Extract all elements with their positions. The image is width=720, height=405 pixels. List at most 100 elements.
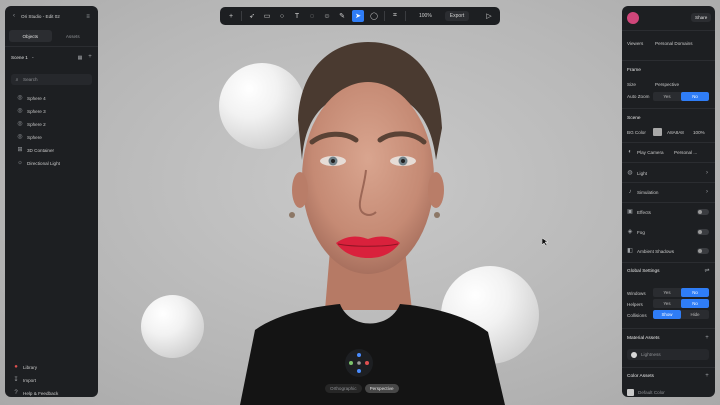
footer-library[interactable]: ● Library — [13, 364, 37, 370]
back-arrow-icon[interactable]: ‹ — [11, 13, 17, 19]
light-icon: ☼ — [17, 160, 23, 166]
pointer-icon[interactable]: ➶ — [247, 11, 257, 21]
scene-heading: Scene — [627, 116, 641, 121]
settings-sliders-icon[interactable]: ⇌ — [704, 268, 710, 274]
windows-label: Windows — [627, 291, 646, 296]
top-toolbar: + ➶ ▭ ○ T ◌ ☺ ✎ ➤ ◯ ⌗ 100% Export ▷ — [220, 7, 500, 25]
bg-color-swatch[interactable] — [653, 128, 662, 136]
export-button[interactable]: Export — [444, 11, 470, 21]
play-icon[interactable]: ▷ — [484, 11, 494, 21]
scene-selector[interactable]: Scene 1 — [11, 55, 28, 60]
helpers-toggle[interactable]: Yes No — [653, 299, 709, 308]
viewport-canvas[interactable]: Orthographic Perspective — [0, 0, 720, 405]
size-label: Size — [627, 82, 636, 87]
simulation-label[interactable]: Simulation — [637, 190, 658, 195]
helpers-no[interactable]: No — [681, 299, 709, 308]
fog-icon: ◈ — [627, 229, 633, 235]
fog-toggle[interactable] — [697, 229, 709, 235]
size-select[interactable]: Perspective — [655, 82, 679, 87]
tab-perspective[interactable]: Perspective — [364, 384, 399, 393]
object-label: Directional Light — [27, 160, 60, 166]
grid-icon[interactable]: ▦ — [77, 55, 83, 61]
object-label: Sphere 3 — [27, 108, 46, 114]
footer-import[interactable]: ↧ Import — [13, 377, 36, 383]
effects-toggle[interactable] — [697, 209, 709, 215]
fog-label: Fog — [637, 230, 645, 235]
right-sidebar: Share Viewers Personal Domains Frame Siz… — [622, 6, 715, 397]
rectangle-icon[interactable]: ▭ — [262, 11, 272, 21]
chevron-right-icon[interactable]: › — [704, 170, 710, 176]
color-item[interactable]: Default Color — [627, 387, 709, 397]
text-icon[interactable]: T — [292, 11, 302, 21]
add-icon[interactable]: + — [87, 54, 93, 60]
material-label: Lightness — [641, 352, 661, 357]
footer-label: Library — [23, 364, 38, 370]
viewers-label: Viewers — [627, 41, 644, 46]
collisions-hide[interactable]: Hide — [681, 310, 709, 319]
ambient-shadows-toggle[interactable] — [697, 248, 709, 254]
pen-icon[interactable]: ✎ — [337, 11, 347, 21]
color-swatch — [627, 388, 634, 396]
divider — [241, 11, 242, 21]
object-item-sphere[interactable]: ◎ Sphere — [17, 134, 41, 140]
view-mode-tabs: Orthographic Perspective — [325, 384, 399, 393]
collisions-toggle[interactable]: Show Hide — [653, 310, 709, 319]
sphere-icon: ◎ — [17, 121, 23, 127]
shape-icon[interactable]: ◌ — [307, 11, 317, 21]
windows-yes[interactable]: Yes — [653, 288, 681, 297]
object-label: 3D Container — [27, 147, 55, 153]
mouse-cursor-icon — [542, 238, 548, 246]
play-camera-select[interactable]: Personal ... — [674, 150, 697, 155]
tab-orthographic[interactable]: Orthographic — [325, 384, 362, 393]
collisions-show[interactable]: Show — [653, 310, 681, 319]
select-icon[interactable]: ➤ — [352, 10, 364, 22]
object-label: Sphere 4 — [27, 95, 46, 101]
auto-zoom-no[interactable]: No — [681, 92, 709, 101]
chevron-right-icon[interactable]: › — [704, 189, 710, 195]
footer-help[interactable]: ? Help & Feedback — [13, 390, 58, 396]
add-icon[interactable]: + — [704, 335, 710, 341]
frame-heading: Frame — [627, 68, 641, 73]
auto-zoom-toggle[interactable]: Yes No — [653, 92, 709, 101]
menu-icon[interactable]: ≡ — [85, 14, 91, 20]
share-button[interactable]: Share — [691, 13, 712, 22]
tab-objects[interactable]: Objects — [9, 30, 52, 42]
object-item-sphere-2[interactable]: ◎ Sphere 2 — [17, 121, 45, 127]
search-icon: ⌕ — [15, 76, 19, 83]
windows-toggle[interactable]: Yes No — [653, 288, 709, 297]
effects-label: Effects — [637, 210, 651, 215]
comment-icon[interactable]: ◯ — [369, 11, 379, 21]
helpers-yes[interactable]: Yes — [653, 299, 681, 308]
shadow-icon: ◧ — [627, 248, 633, 254]
auto-zoom-yes[interactable]: Yes — [653, 92, 681, 101]
windows-no[interactable]: No — [681, 288, 709, 297]
light-icon: ◍ — [627, 170, 633, 176]
divider — [384, 11, 385, 21]
zoom-level[interactable]: 100% — [419, 13, 432, 19]
object-item-3d-container[interactable]: ⊞ 3D Container — [17, 147, 54, 153]
bg-color-value[interactable]: A8A8A8 — [667, 130, 684, 135]
sphere-icon: ◎ — [17, 134, 23, 140]
circle-icon[interactable]: ○ — [277, 11, 287, 21]
add-icon[interactable]: + — [226, 11, 236, 21]
viewers-value[interactable]: Personal Domains — [655, 41, 693, 46]
object-item-sphere-4[interactable]: ◎ Sphere 4 — [17, 95, 46, 101]
add-icon[interactable]: + — [704, 373, 710, 379]
frame-icon[interactable]: ⌗ — [390, 11, 400, 21]
avatar[interactable] — [627, 12, 639, 24]
light-label[interactable]: Light — [637, 171, 647, 176]
tab-assets[interactable]: Assets — [52, 30, 95, 42]
divider — [405, 11, 406, 21]
import-icon: ↧ — [13, 377, 19, 383]
emoji-icon[interactable]: ☺ — [322, 11, 332, 21]
object-item-directional-light[interactable]: ☼ Directional Light — [17, 160, 60, 166]
orientation-gizmo[interactable] — [345, 349, 373, 377]
sphere-icon: ◎ — [17, 108, 23, 114]
help-icon: ? — [14, 390, 18, 396]
camera-icon: ◐ — [628, 149, 632, 155]
object-item-sphere-3[interactable]: ◎ Sphere 3 — [17, 108, 46, 114]
search-input[interactable]: Search — [23, 77, 38, 82]
left-sidebar: ‹ Ori Studio - Edit 02 ≡ Objects Assets … — [5, 6, 98, 397]
bg-opacity[interactable]: 100% — [693, 130, 705, 135]
material-item[interactable]: Lightness — [627, 349, 709, 360]
